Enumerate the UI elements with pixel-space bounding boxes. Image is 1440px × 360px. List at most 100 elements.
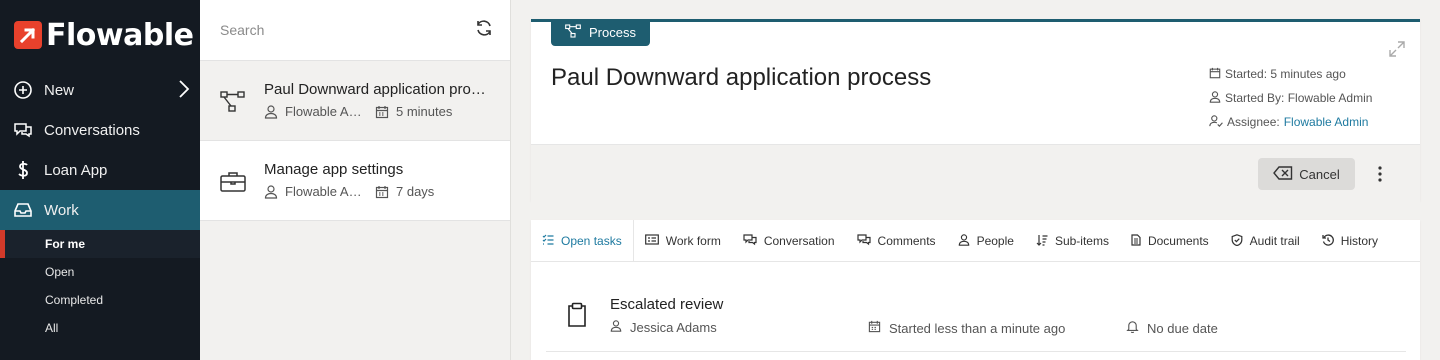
started-text: Started: 5 minutes ago: [1225, 67, 1346, 81]
shield-icon: [1231, 233, 1250, 249]
page-title: Paul Downward application process: [551, 64, 932, 91]
process-header-card: Process Paul Downward application proces…: [531, 19, 1420, 204]
tab-label: Work form: [665, 234, 721, 248]
task-assignee-name: Jessica Adams: [630, 320, 717, 335]
task-due: No due date: [1126, 320, 1218, 336]
comments-icon: [856, 233, 878, 249]
tab-label: Documents: [1147, 234, 1209, 248]
tab-conversation[interactable]: Conversation: [732, 220, 846, 262]
assignee-icon: [1209, 114, 1227, 130]
process-icon: [220, 90, 245, 114]
chevron-right-icon: [178, 79, 190, 103]
logo-text: Flowable: [46, 17, 194, 53]
list-item[interactable]: Manage app settings Flowable Admin 7 day…: [200, 141, 510, 221]
person-icon: [264, 184, 278, 199]
flowable-logo-icon: [14, 21, 42, 49]
person-icon: [610, 320, 630, 335]
nav-item-label: Conversations: [44, 121, 140, 139]
tab-label: People: [976, 234, 1014, 248]
bell-icon: [1126, 320, 1147, 336]
nav-item-label: New: [44, 81, 75, 99]
list-item-title: Paul Downward application process: [264, 81, 488, 98]
tab-label: Audit trail: [1249, 234, 1300, 248]
search-input[interactable]: [220, 22, 474, 38]
nav-item-loan-app[interactable]: Loan App: [0, 150, 200, 190]
task-title: Escalated review: [610, 296, 724, 313]
assignee-link[interactable]: Flowable Admin: [1284, 115, 1369, 129]
logo[interactable]: Flowable: [0, 0, 200, 70]
cancel-label: Cancel: [1299, 166, 1340, 182]
sub-item-label: Open: [45, 265, 75, 279]
nav-item-label: Work: [44, 201, 79, 219]
process-actions-bar: Cancel: [531, 144, 1420, 204]
tab-people[interactable]: People: [947, 220, 1025, 262]
backspace-icon: [1273, 165, 1299, 183]
tab-label: History: [1340, 234, 1379, 248]
tab-history[interactable]: History: [1311, 220, 1389, 262]
sub-item-for-me[interactable]: For me: [0, 230, 200, 258]
calendar-icon: [375, 105, 389, 119]
dollar-icon: [12, 159, 34, 181]
sub-item-label: Completed: [45, 293, 104, 307]
chat-icon: [743, 233, 764, 249]
tab-work-form[interactable]: Work form: [634, 220, 732, 262]
clipboard-icon: [566, 302, 588, 333]
sub-item-open[interactable]: Open: [0, 258, 200, 286]
sub-item-label: All: [45, 321, 59, 335]
briefcase-icon: [220, 170, 246, 194]
sub-item-all[interactable]: All: [0, 314, 200, 342]
more-options-icon[interactable]: [1377, 166, 1383, 187]
task-due-text: No due date: [1147, 320, 1218, 336]
process-badge: Process: [551, 19, 650, 46]
list-item-owner: Flowable Admin: [285, 104, 365, 119]
tab-sub-items[interactable]: Sub-items: [1025, 220, 1120, 262]
nav-item-label: Loan App: [44, 161, 108, 179]
calendar-icon: [1209, 67, 1225, 82]
nav-item-work[interactable]: Work: [0, 190, 200, 230]
search-bar: [200, 0, 510, 61]
assignee-label: Assignee:: [1227, 115, 1280, 129]
cancel-button[interactable]: Cancel: [1258, 158, 1355, 190]
process-meta: Started: 5 minutes ago Started By: Flowa…: [1209, 62, 1372, 134]
started-by-text: Started By: Flowable Admin: [1225, 91, 1373, 105]
tab-label: Open tasks: [561, 234, 622, 248]
nav-item-new[interactable]: New: [0, 70, 200, 110]
process-badge-label: Process: [589, 25, 636, 40]
tab-label: Conversation: [763, 234, 835, 248]
process-icon: [565, 24, 589, 41]
tab-label: Comments: [877, 234, 936, 248]
document-icon: [1131, 233, 1148, 249]
list-item-time: 7 days: [396, 184, 435, 199]
person-icon: [264, 104, 278, 119]
sort-icon: [1036, 234, 1055, 249]
history-icon: [1322, 233, 1341, 249]
person-icon: [1209, 90, 1225, 106]
tab-bar: Open tasks Work form Conversation Commen…: [531, 220, 1420, 262]
expand-icon[interactable]: [1388, 40, 1406, 63]
work-list-panel: Paul Downward application process Flowab…: [200, 0, 511, 360]
person-icon: [958, 233, 977, 249]
list-item[interactable]: Paul Downward application process Flowab…: [200, 61, 510, 141]
checklist-icon: [542, 234, 561, 249]
list-item-title: Manage app settings: [264, 161, 404, 178]
tab-audit-trail[interactable]: Audit trail: [1220, 220, 1311, 262]
list-item-owner: Flowable Admin: [285, 184, 365, 199]
list-item-time: 5 minutes: [396, 104, 453, 119]
nav-item-conversations[interactable]: Conversations: [0, 110, 200, 150]
tab-open-tasks[interactable]: Open tasks: [531, 220, 634, 262]
calendar-icon: [375, 185, 389, 199]
task-row[interactable]: Escalated review Jessica Adams Started l…: [546, 282, 1406, 352]
process-tabs-card: Open tasks Work form Conversation Commen…: [531, 220, 1420, 360]
tab-comments[interactable]: Comments: [846, 220, 947, 262]
task-started-text: Started less than a minute ago: [889, 320, 1066, 336]
plus-circle-icon: [12, 79, 34, 101]
tab-documents[interactable]: Documents: [1120, 220, 1220, 262]
sidebar: Flowable New Conversations Loan App Work…: [0, 0, 200, 360]
sub-item-label: For me: [45, 237, 86, 251]
calendar-icon: [868, 320, 889, 336]
refresh-icon[interactable]: [474, 18, 494, 43]
form-icon: [644, 233, 666, 249]
task-started: Started less than a minute ago: [868, 320, 1065, 336]
inbox-icon: [12, 199, 34, 221]
sub-item-completed[interactable]: Completed: [0, 286, 200, 314]
